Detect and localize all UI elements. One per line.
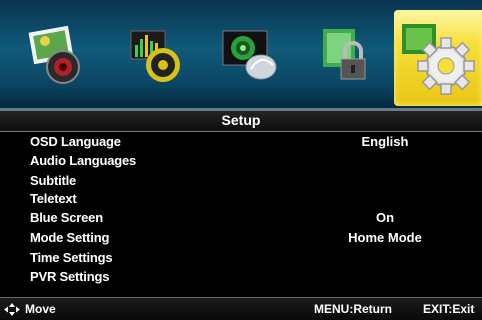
menu-item-subtitle[interactable]: Subtitle <box>0 173 482 190</box>
picture-icon <box>28 25 80 84</box>
tab-channel[interactable] <box>214 20 290 92</box>
menu-item-label: OSD Language <box>30 134 121 149</box>
tv-setup-screen: Setup OSD Language English Audio Languag… <box>0 0 482 320</box>
menu-item-blue-screen[interactable]: Blue Screen On <box>0 210 482 227</box>
setup-gear-icon <box>402 24 475 95</box>
menu-item-time-settings[interactable]: Time Settings <box>0 250 482 267</box>
sound-icon <box>130 30 180 82</box>
lock-icon <box>323 29 366 80</box>
tab-sound[interactable] <box>118 20 194 92</box>
menu-item-value: Home Mode <box>348 230 422 245</box>
page-title: Setup <box>221 112 261 128</box>
menu-item-label: Blue Screen <box>30 210 103 225</box>
menu-item-value: English <box>361 134 409 149</box>
footer-hint-bar: Move MENU:Return EXIT:Exit <box>0 297 482 320</box>
menu-item-osd-language[interactable]: OSD Language English <box>0 134 482 151</box>
tab-setup[interactable] <box>394 10 482 106</box>
exit-hint: EXIT:Exit <box>423 302 475 316</box>
menu-item-label: PVR Settings <box>30 269 110 284</box>
menu-item-teletext[interactable]: Teletext <box>0 191 482 208</box>
tab-lock[interactable] <box>310 20 386 92</box>
title-bar: Setup <box>0 110 482 132</box>
menu-item-label: Time Settings <box>30 250 113 265</box>
menu-item-label: Subtitle <box>30 173 77 188</box>
menu-item-label: Audio Languages <box>30 153 137 168</box>
menu-return-hint: MENU:Return <box>314 302 392 316</box>
menu-icon-bar <box>0 0 482 110</box>
tab-picture[interactable] <box>20 20 96 92</box>
menu-item-mode-setting[interactable]: Mode Setting Home Mode <box>0 230 482 247</box>
menu-item-label: Mode Setting <box>30 230 110 245</box>
menu-item-audio-languages[interactable]: Audio Languages <box>0 153 482 170</box>
move-hint: Move <box>25 302 56 316</box>
move-arrows-icon <box>4 303 20 316</box>
menu-item-value: On <box>375 210 395 225</box>
menu-item-label: Teletext <box>30 191 77 206</box>
channel-icon <box>222 30 277 80</box>
menu-item-pvr-settings[interactable]: PVR Settings <box>0 269 482 286</box>
